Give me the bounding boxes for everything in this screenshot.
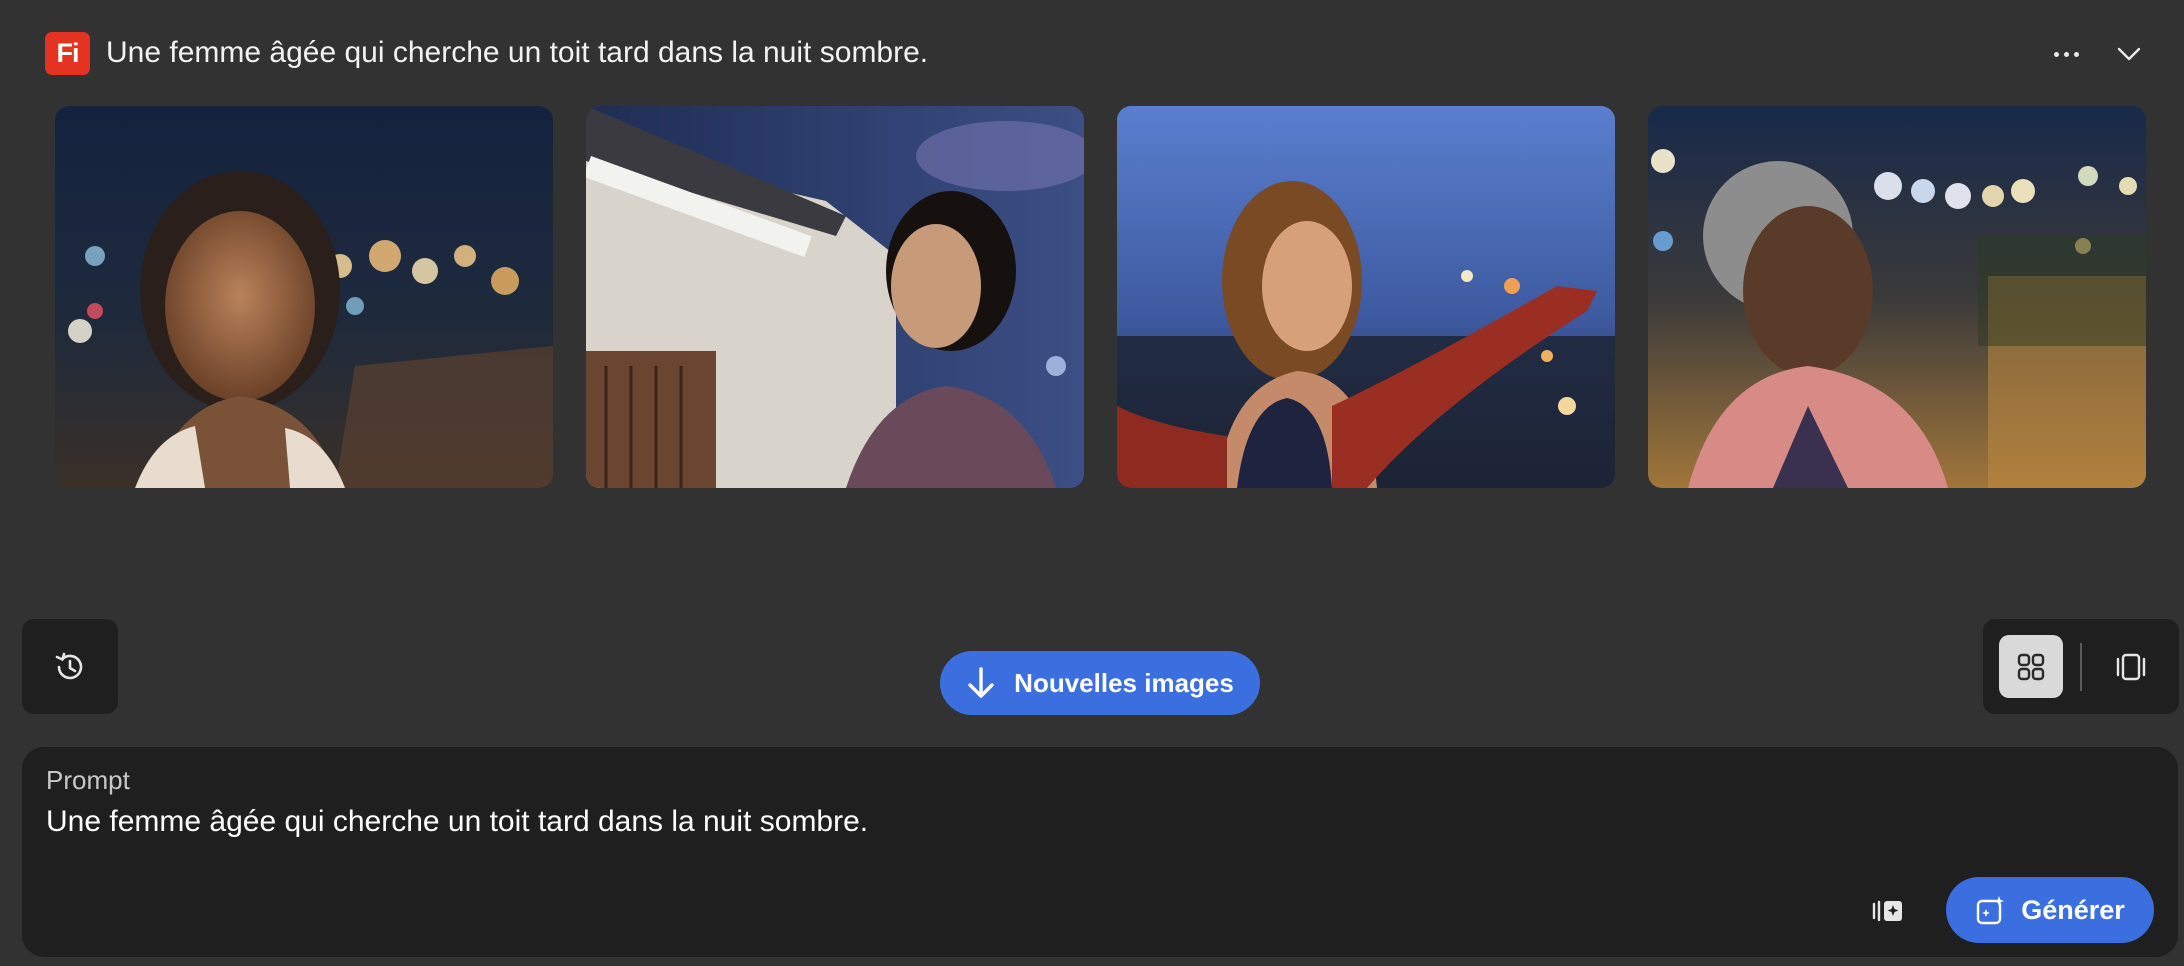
header-title: Une femme âgée qui cherche un toit tard …: [106, 36, 929, 69]
style-reference-icon: [1872, 900, 1902, 922]
new-images-button[interactable]: Nouvelles images: [940, 651, 1260, 715]
generated-image-1[interactable]: [55, 106, 553, 488]
more-horizontal-icon: [2053, 51, 2059, 57]
portrait-image: [55, 106, 553, 488]
prompt-panel: Prompt Une femme âgée qui cherche un toi…: [22, 747, 2178, 957]
view-toggle-group: [1983, 619, 2179, 714]
style-reference-button[interactable]: [1866, 889, 1910, 933]
portrait-image: [586, 106, 1084, 488]
portrait-image: [1648, 106, 2146, 488]
generate-button[interactable]: Générer: [1946, 877, 2154, 943]
generated-image-2[interactable]: [586, 106, 1084, 488]
more-options-button[interactable]: [2048, 36, 2084, 72]
app-logo: Fi: [45, 32, 90, 75]
grid-view-button[interactable]: [1999, 635, 2063, 698]
arrow-down-icon: [968, 667, 994, 698]
generate-label: Générer: [2021, 894, 2125, 925]
carousel-icon: [2116, 653, 2146, 680]
generate-sparkle-icon: [1977, 896, 2005, 925]
grid-icon: [2017, 653, 2045, 680]
collapse-button[interactable]: [2111, 36, 2147, 72]
prompt-label: Prompt: [46, 765, 130, 795]
header: Fi Une femme âgée qui cherche un toit ta…: [0, 0, 2184, 106]
portrait-image: [1117, 106, 1615, 488]
more-dot: [2073, 51, 2079, 57]
prompt-input[interactable]: Une femme âgée qui cherche un toit tard …: [46, 805, 868, 839]
history-button[interactable]: [22, 619, 118, 714]
generated-image-3[interactable]: [1117, 106, 1615, 488]
new-images-label: Nouvelles images: [1014, 667, 1234, 698]
more-dot: [2063, 51, 2069, 57]
history-icon: [55, 652, 83, 679]
carousel-view-button[interactable]: [2099, 635, 2163, 698]
generated-image-4[interactable]: [1648, 106, 2146, 488]
chevron-down-icon: [2117, 47, 2141, 61]
toggle-divider: [2080, 643, 2082, 691]
